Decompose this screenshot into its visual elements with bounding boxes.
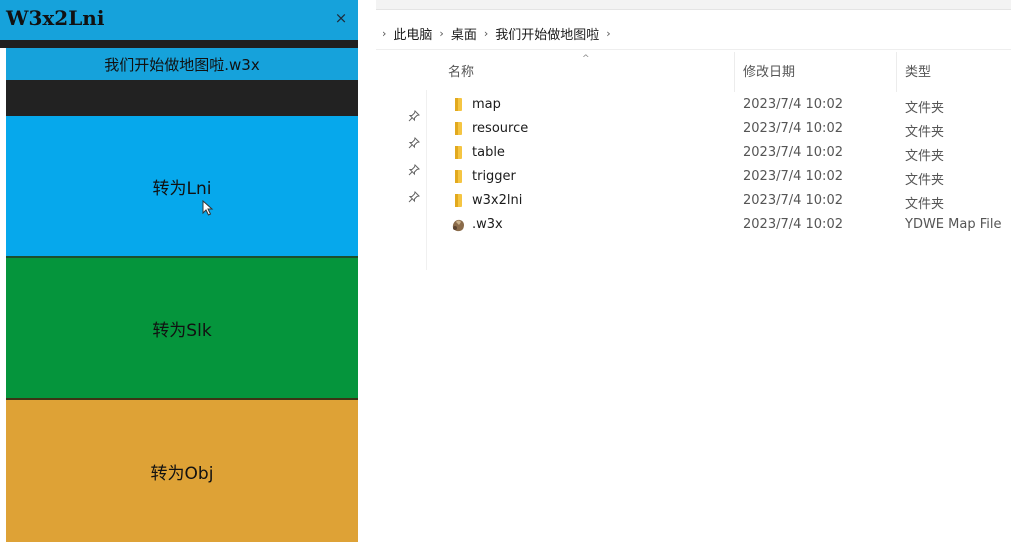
map-file-icon: [452, 219, 464, 232]
file-explorer-window: › 此电脑 › 桌面 › 我们开始做地图啦 › 名称 ^ 修改日期 类型 map…: [376, 0, 1011, 542]
convert-to-obj-label: 转为Obj: [150, 463, 214, 484]
convert-to-lni-label: 转为Lni: [152, 178, 212, 199]
breadcrumb-item-this-pc[interactable]: 此电脑: [393, 24, 432, 43]
file-row-map[interactable]: map 2023/7/4 10:02 文件夹: [376, 93, 1011, 117]
file-date: 2023/7/4 10:02: [743, 121, 843, 136]
file-date: 2023/7/4 10:02: [743, 217, 843, 232]
sort-up-icon: ^: [582, 54, 590, 64]
file-date: 2023/7/4 10:02: [743, 145, 843, 160]
file-type: 文件夹: [905, 149, 945, 164]
w3x2lni-window: W3x2Lni × 我们开始做地图啦.w3x 转为Lni 转为Slk 转为Obj: [0, 0, 358, 542]
column-header-date-label: 修改日期: [743, 64, 796, 80]
column-header-name[interactable]: 名称: [448, 52, 734, 88]
column-header-type[interactable]: 类型: [905, 52, 1005, 88]
file-type: 文件夹: [905, 197, 945, 212]
explorer-toolbar-strip: [376, 0, 1011, 10]
convert-to-slk-label: 转为Slk: [152, 320, 212, 341]
column-divider[interactable]: [734, 52, 735, 92]
title-divider: [0, 40, 358, 48]
breadcrumb-chevron-icon[interactable]: ›: [606, 27, 610, 40]
file-type: YDWE Map File: [905, 217, 1002, 232]
close-icon[interactable]: ×: [332, 9, 350, 27]
selected-file-label: 我们开始做地图啦.w3x: [6, 48, 358, 80]
file-name: trigger: [472, 169, 516, 184]
file-date: 2023/7/4 10:02: [743, 193, 843, 208]
file-name: w3x2lni: [472, 193, 523, 208]
file-date: 2023/7/4 10:02: [743, 97, 843, 112]
app-titlebar[interactable]: W3x2Lni ×: [0, 0, 358, 40]
breadcrumb-item-folder[interactable]: 我们开始做地图啦: [495, 24, 599, 43]
breadcrumb-chevron-icon: ›: [439, 27, 444, 40]
app-title: W3x2Lni: [6, 6, 105, 30]
file-row-w3x-map[interactable]: .w3x 2023/7/4 10:02 YDWE Map File: [376, 213, 1011, 237]
file-name: resource: [472, 121, 529, 136]
folder-icon: [455, 122, 462, 135]
file-type: 文件夹: [905, 125, 945, 140]
file-row-w3x2lni[interactable]: w3x2lni 2023/7/4 10:02 文件夹: [376, 189, 1011, 213]
breadcrumb-chevron-icon: ›: [382, 27, 387, 40]
file-name: .w3x: [472, 217, 503, 232]
breadcrumb-item-desktop[interactable]: 桌面: [451, 24, 477, 43]
file-date: 2023/7/4 10:02: [743, 169, 843, 184]
file-type: 文件夹: [905, 101, 945, 116]
column-header-name-label: 名称: [448, 64, 475, 80]
convert-to-lni-button[interactable]: 转为Lni: [6, 116, 358, 256]
file-row-table[interactable]: table 2023/7/4 10:02 文件夹: [376, 141, 1011, 165]
convert-to-obj-button[interactable]: 转为Obj: [6, 398, 358, 542]
breadcrumb[interactable]: › 此电脑 › 桌面 › 我们开始做地图啦 ›: [376, 18, 1011, 50]
mouse-cursor-icon: [202, 200, 214, 216]
file-type: 文件夹: [905, 173, 945, 188]
folder-icon: [455, 170, 462, 183]
file-name: table: [472, 145, 505, 160]
file-info-panel: [6, 80, 358, 116]
convert-to-slk-button[interactable]: 转为Slk: [6, 256, 358, 398]
file-name: map: [472, 97, 501, 112]
breadcrumb-chevron-icon: ›: [483, 27, 489, 40]
file-row-resource[interactable]: resource 2023/7/4 10:02 文件夹: [376, 117, 1011, 141]
folder-icon: [455, 98, 462, 111]
file-row-trigger[interactable]: trigger 2023/7/4 10:02 文件夹: [376, 165, 1011, 189]
folder-icon: [455, 194, 462, 207]
column-header-date[interactable]: 修改日期: [743, 52, 893, 88]
column-header-type-label: 类型: [905, 64, 932, 80]
column-divider[interactable]: [896, 52, 897, 92]
folder-icon: [455, 146, 462, 159]
